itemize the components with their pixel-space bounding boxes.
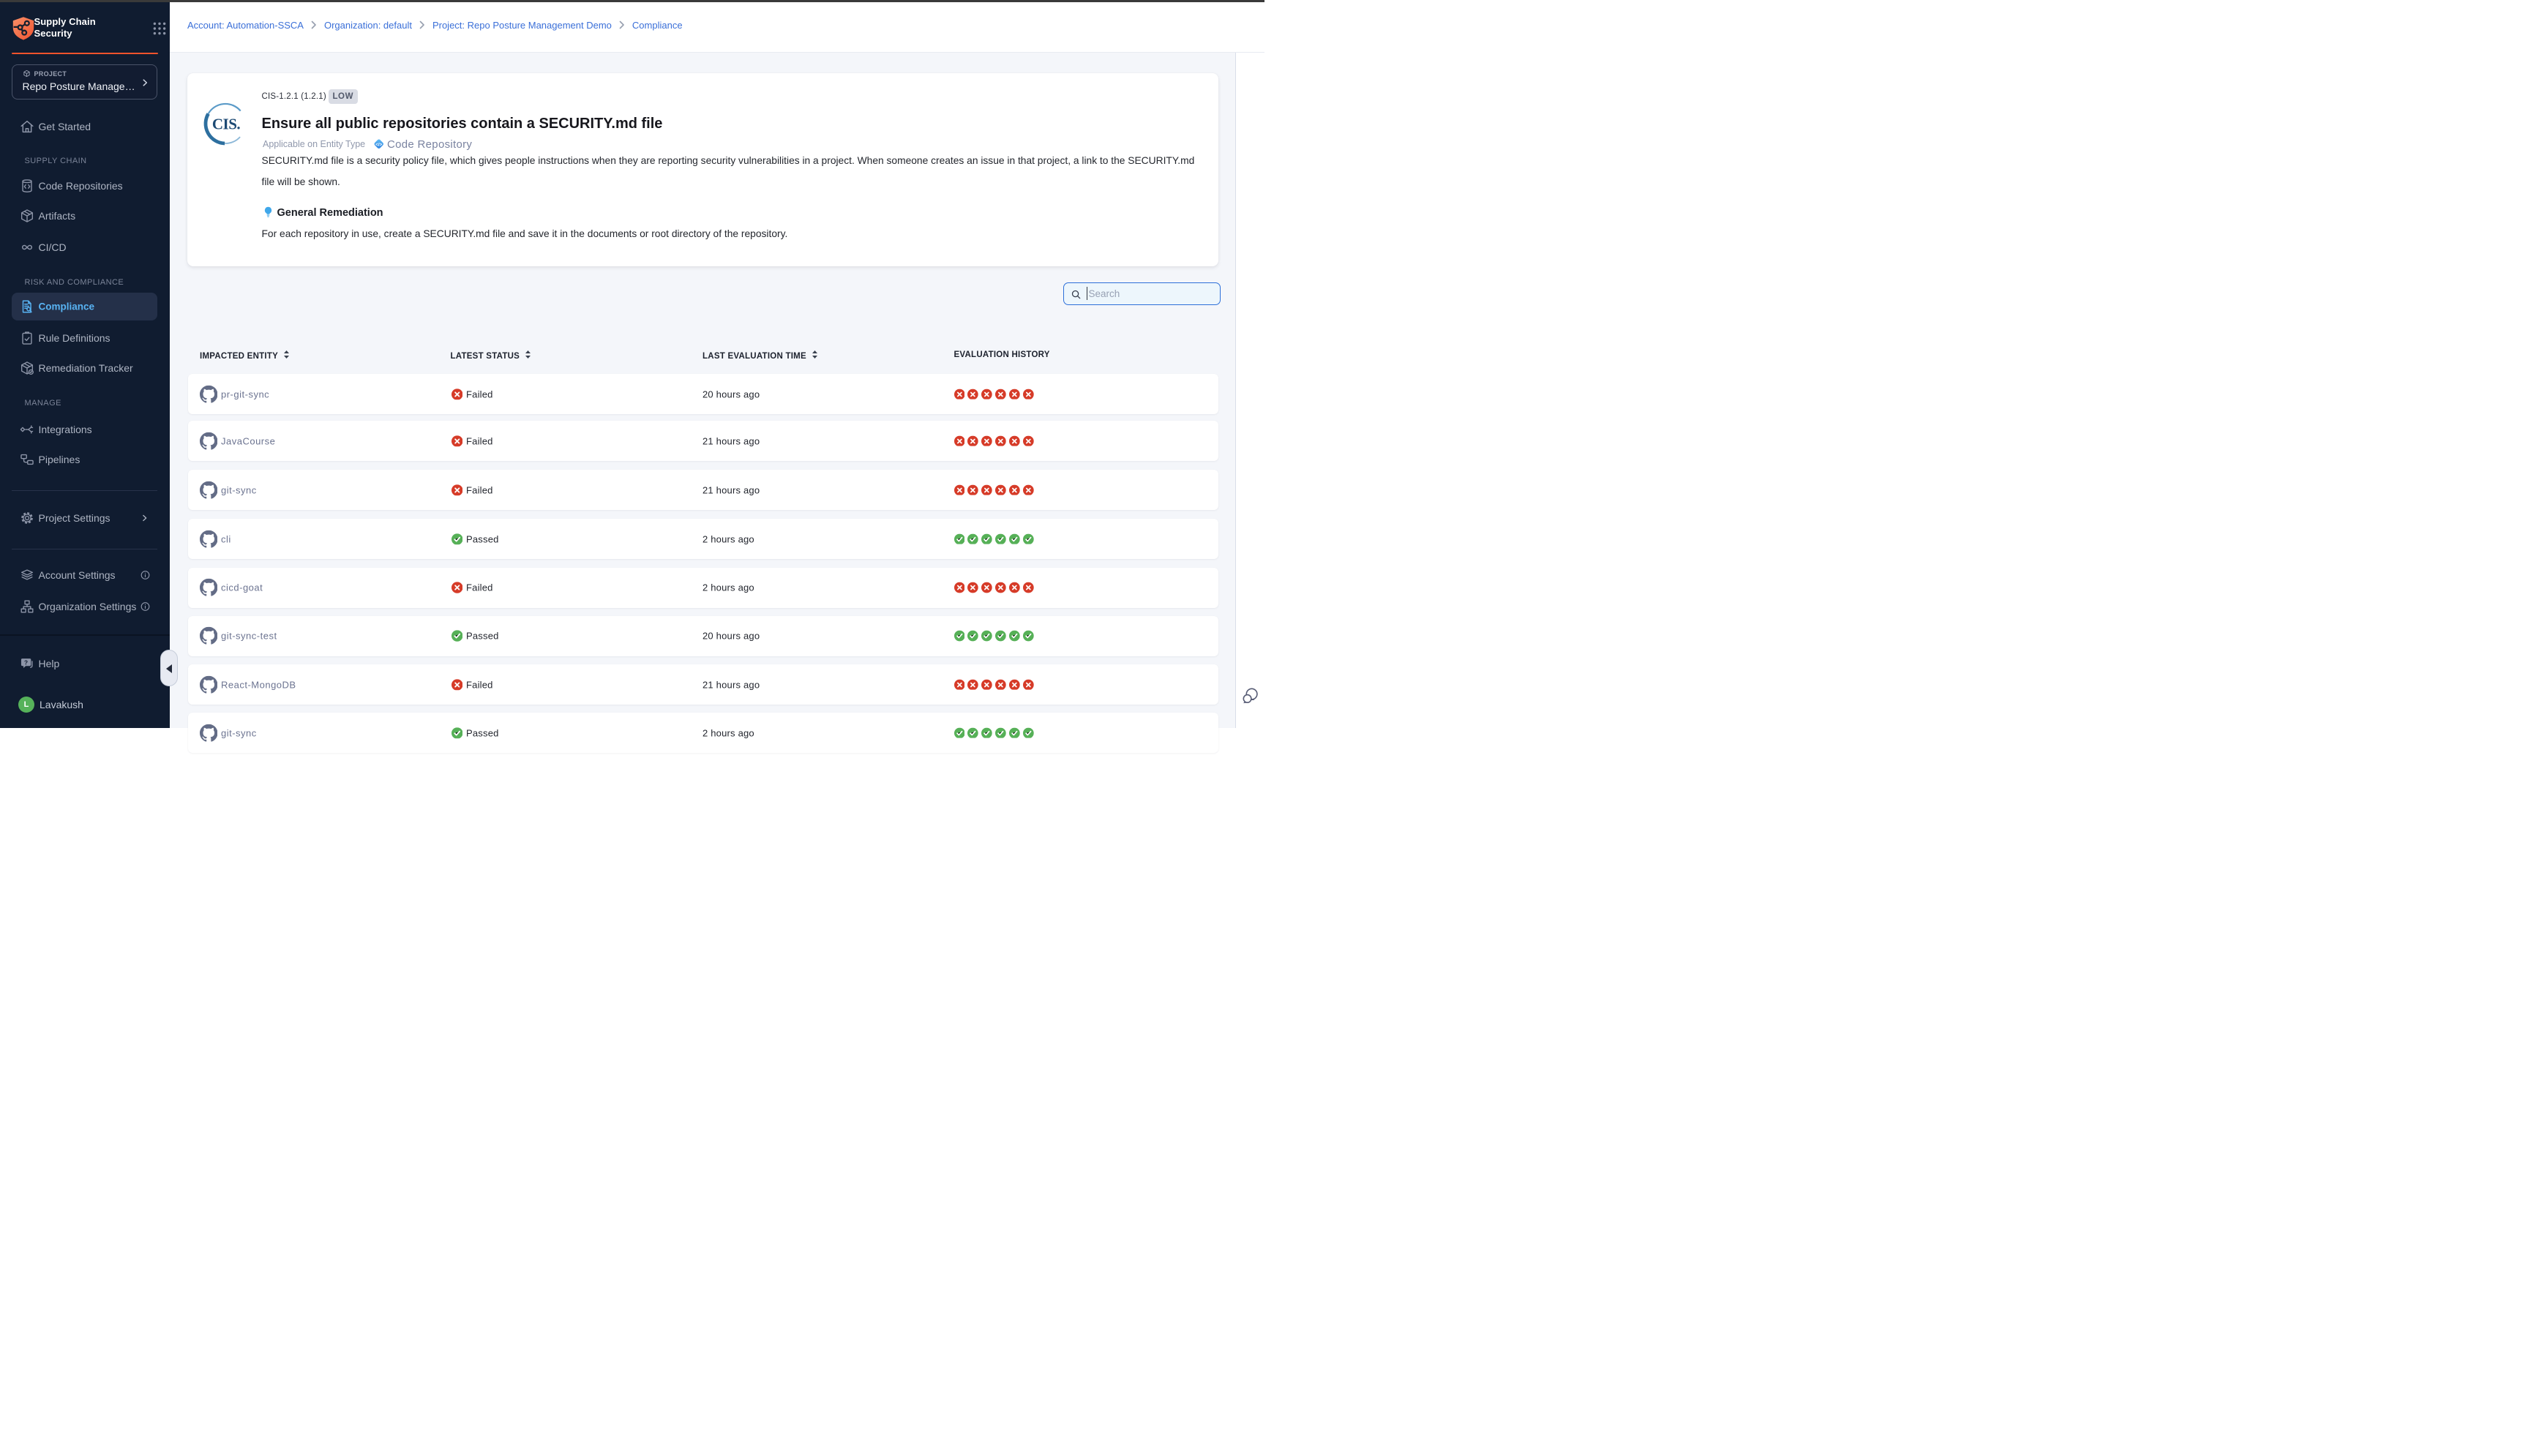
svg-text:?: ? xyxy=(24,659,28,666)
svg-text:</>: </> xyxy=(375,142,382,147)
svg-text:CIS.: CIS. xyxy=(211,115,240,132)
